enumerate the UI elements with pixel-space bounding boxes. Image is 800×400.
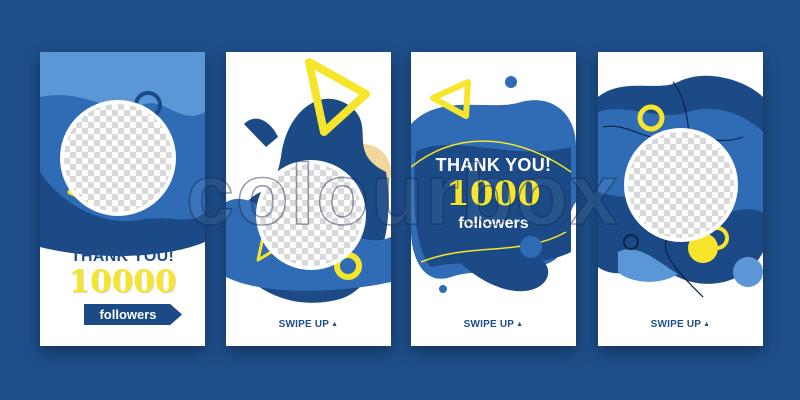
story-card-4: SWIPE UP ▲ [598,52,763,346]
follower-count: 1000 [446,174,541,214]
swipe-up-label[interactable]: SWIPE UP ▲ [598,319,763,330]
follower-count: 10000 [68,264,177,300]
followers-label: followers [458,215,529,232]
photo-placeholder [60,100,176,216]
triangle-up-icon: ▲ [703,321,711,328]
swipe-up-label[interactable]: SWIPE UP ▲ [226,319,391,330]
swipe-up-label[interactable]: SWIPE UP ▲ [411,319,576,330]
followers-label: followers [99,307,157,322]
swipe-up-text: SWIPE UP [278,319,330,330]
triangle-up-icon: ▲ [331,321,339,328]
story-card-3: THANK YOU! 1000 followers SWIPE UP ▲ [411,52,576,346]
story-card-2: SWIPE UP ▲ [226,52,391,346]
photo-placeholder [256,160,366,270]
thank-you-title: THANK YOU! [435,155,552,175]
photo-placeholder [624,128,738,242]
swipe-up-text: SWIPE UP [463,319,515,330]
swipe-up-text: SWIPE UP [650,319,702,330]
triangle-up-icon: ▲ [516,321,524,328]
story-card-1: THANK YOU! 10000 followers [40,52,205,346]
